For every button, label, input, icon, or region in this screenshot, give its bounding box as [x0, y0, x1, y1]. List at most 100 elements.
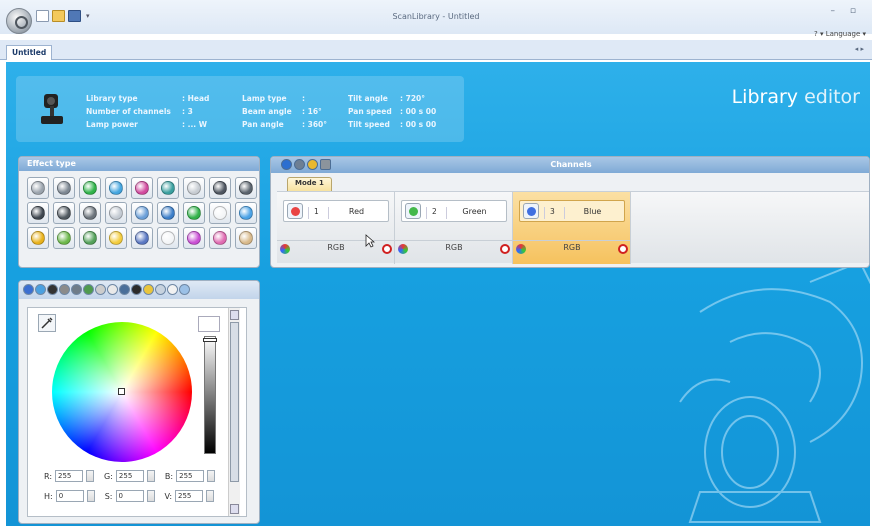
library-type-label: Library type — [86, 94, 138, 103]
rgb-fields: R: 255 G: 255 B: 255 — [44, 470, 216, 482]
color-tool-8-icon[interactable] — [107, 284, 118, 295]
gobo-rotation-icon[interactable] — [209, 177, 231, 199]
color-tool-11-icon[interactable] — [143, 284, 154, 295]
dimmer-icon-glyph — [213, 206, 227, 220]
remove-channel-icon[interactable] — [382, 244, 392, 254]
field-label: H: — [44, 491, 53, 501]
spinner-icon[interactable] — [146, 470, 155, 482]
field-value-input[interactable]: 0 — [115, 490, 144, 502]
reset-icon[interactable] — [131, 227, 153, 249]
language-label[interactable]: Language — [826, 30, 861, 38]
help-icon[interactable]: ? — [814, 30, 818, 38]
dimmer-icon[interactable] — [209, 202, 231, 224]
pan-tilt-icon-glyph — [57, 181, 71, 195]
channel-footer: RGB — [513, 240, 631, 256]
gobo-index-icon[interactable] — [79, 202, 101, 224]
focus-icon[interactable] — [131, 202, 153, 224]
channel-strip: 1 Red RGB 2 Green RGB 3 Blue RGB — [277, 191, 869, 264]
beige-icon[interactable] — [235, 227, 257, 249]
vertical-scrollbar[interactable] — [228, 308, 240, 516]
channel-number: 2 — [426, 207, 437, 219]
zoom-icon-glyph — [239, 206, 253, 220]
color-wheel-icon[interactable] — [105, 177, 127, 199]
value-slider[interactable] — [204, 336, 216, 454]
pan-speed-label: Pan speed — [348, 107, 392, 116]
fields_hsv-field: V: 255 — [165, 490, 215, 502]
remove-channel-icon[interactable] — [618, 244, 628, 254]
shutter-icon[interactable] — [183, 177, 205, 199]
color-tool-1-icon[interactable] — [23, 284, 34, 295]
color-temp-icon[interactable] — [209, 227, 231, 249]
color-tool-10-icon[interactable] — [131, 284, 142, 295]
scroll-down-arrow[interactable] — [230, 504, 239, 514]
spinner-icon[interactable] — [207, 470, 216, 482]
color-wheel-marker[interactable] — [118, 388, 125, 395]
color-tool-2-icon[interactable] — [35, 284, 46, 295]
library-type-value: : Head — [182, 94, 210, 103]
channel-box[interactable]: 3 Blue — [519, 200, 625, 222]
channel-number: 1 — [308, 207, 319, 219]
channel-column[interactable]: 3 Blue RGB — [513, 192, 631, 264]
scroll-thumb[interactable] — [230, 322, 239, 482]
pan-speed-value: : 00 s 00 — [400, 107, 437, 116]
scroll-up-arrow[interactable] — [230, 310, 239, 320]
color-tool-3-icon[interactable] — [47, 284, 58, 295]
language-menu[interactable]: ? ▾ Language ▾ — [814, 30, 866, 38]
info-col-1: Library type: Head Number of channels: 3… — [86, 92, 209, 131]
frost-icon[interactable] — [183, 202, 205, 224]
tab-mode-1[interactable]: Mode 1 — [287, 177, 332, 191]
strobe-icon[interactable] — [27, 227, 49, 249]
rgb-mix-icon[interactable] — [131, 177, 153, 199]
effect-icon-grid — [19, 171, 259, 255]
lamp-control-icon[interactable] — [105, 227, 127, 249]
gobo-2-icon-glyph — [57, 206, 71, 220]
blank-icon-glyph — [161, 231, 175, 245]
color-tool-4-icon[interactable] — [59, 284, 70, 295]
field-value-input[interactable]: 0 — [55, 490, 84, 502]
color-tool-9-icon[interactable] — [119, 284, 130, 295]
prism-icon[interactable] — [105, 202, 127, 224]
spinner-icon[interactable] — [86, 470, 95, 482]
color-macro-icon[interactable] — [183, 227, 205, 249]
spinner-icon[interactable] — [146, 490, 155, 502]
eyedropper-icon[interactable] — [38, 314, 56, 332]
animation-icon[interactable] — [53, 227, 75, 249]
value-slider-handle[interactable] — [203, 338, 217, 342]
spinner-icon[interactable] — [206, 490, 215, 502]
gobo-1-icon[interactable] — [27, 202, 49, 224]
color-effect-icon[interactable] — [79, 177, 101, 199]
color-tool-5-icon[interactable] — [71, 284, 82, 295]
unknown-effect-icon[interactable] — [27, 177, 49, 199]
channel-name: Green — [446, 207, 502, 219]
color-tool-7-icon[interactable] — [95, 284, 106, 295]
field-value-input[interactable]: 255 — [175, 490, 204, 502]
remove-channel-icon[interactable] — [500, 244, 510, 254]
blank-icon[interactable] — [157, 227, 179, 249]
channel-box[interactable]: 2 Green — [401, 200, 507, 222]
color-tool-12-icon[interactable] — [155, 284, 166, 295]
channel-box[interactable]: 1 Red — [283, 200, 389, 222]
window-controls[interactable]: – ▫ — [831, 6, 862, 16]
channel-column[interactable]: 1 Red RGB — [277, 192, 395, 264]
field-value-input[interactable]: 255 — [176, 470, 205, 482]
channel-column[interactable]: 2 Green RGB — [395, 192, 513, 264]
field-label: B: — [164, 471, 174, 481]
gobo-2-icon[interactable] — [53, 202, 75, 224]
gobo-wheel-icon[interactable] — [235, 177, 257, 199]
cmy-icon[interactable] — [157, 177, 179, 199]
color-tool-13-icon[interactable] — [167, 284, 178, 295]
color-tool-14-icon[interactable] — [179, 284, 190, 295]
field-value-input[interactable]: 255 — [55, 470, 84, 482]
zoom-icon[interactable] — [235, 202, 257, 224]
field-label: V: — [164, 491, 173, 501]
field-value-input[interactable]: 255 — [115, 470, 144, 482]
gobo-rotation-icon-glyph — [213, 181, 227, 195]
tab-untitled[interactable]: Untitled — [6, 45, 53, 60]
effect-wheel-icon[interactable] — [79, 227, 101, 249]
color-tool-6-icon[interactable] — [83, 284, 94, 295]
pan-tilt-icon[interactable] — [53, 177, 75, 199]
iris-icon[interactable] — [157, 202, 179, 224]
iris-icon-glyph — [161, 206, 175, 220]
spinner-icon[interactable] — [86, 490, 95, 502]
tab-scroll-arrows[interactable]: ◂ ▸ — [855, 45, 864, 53]
